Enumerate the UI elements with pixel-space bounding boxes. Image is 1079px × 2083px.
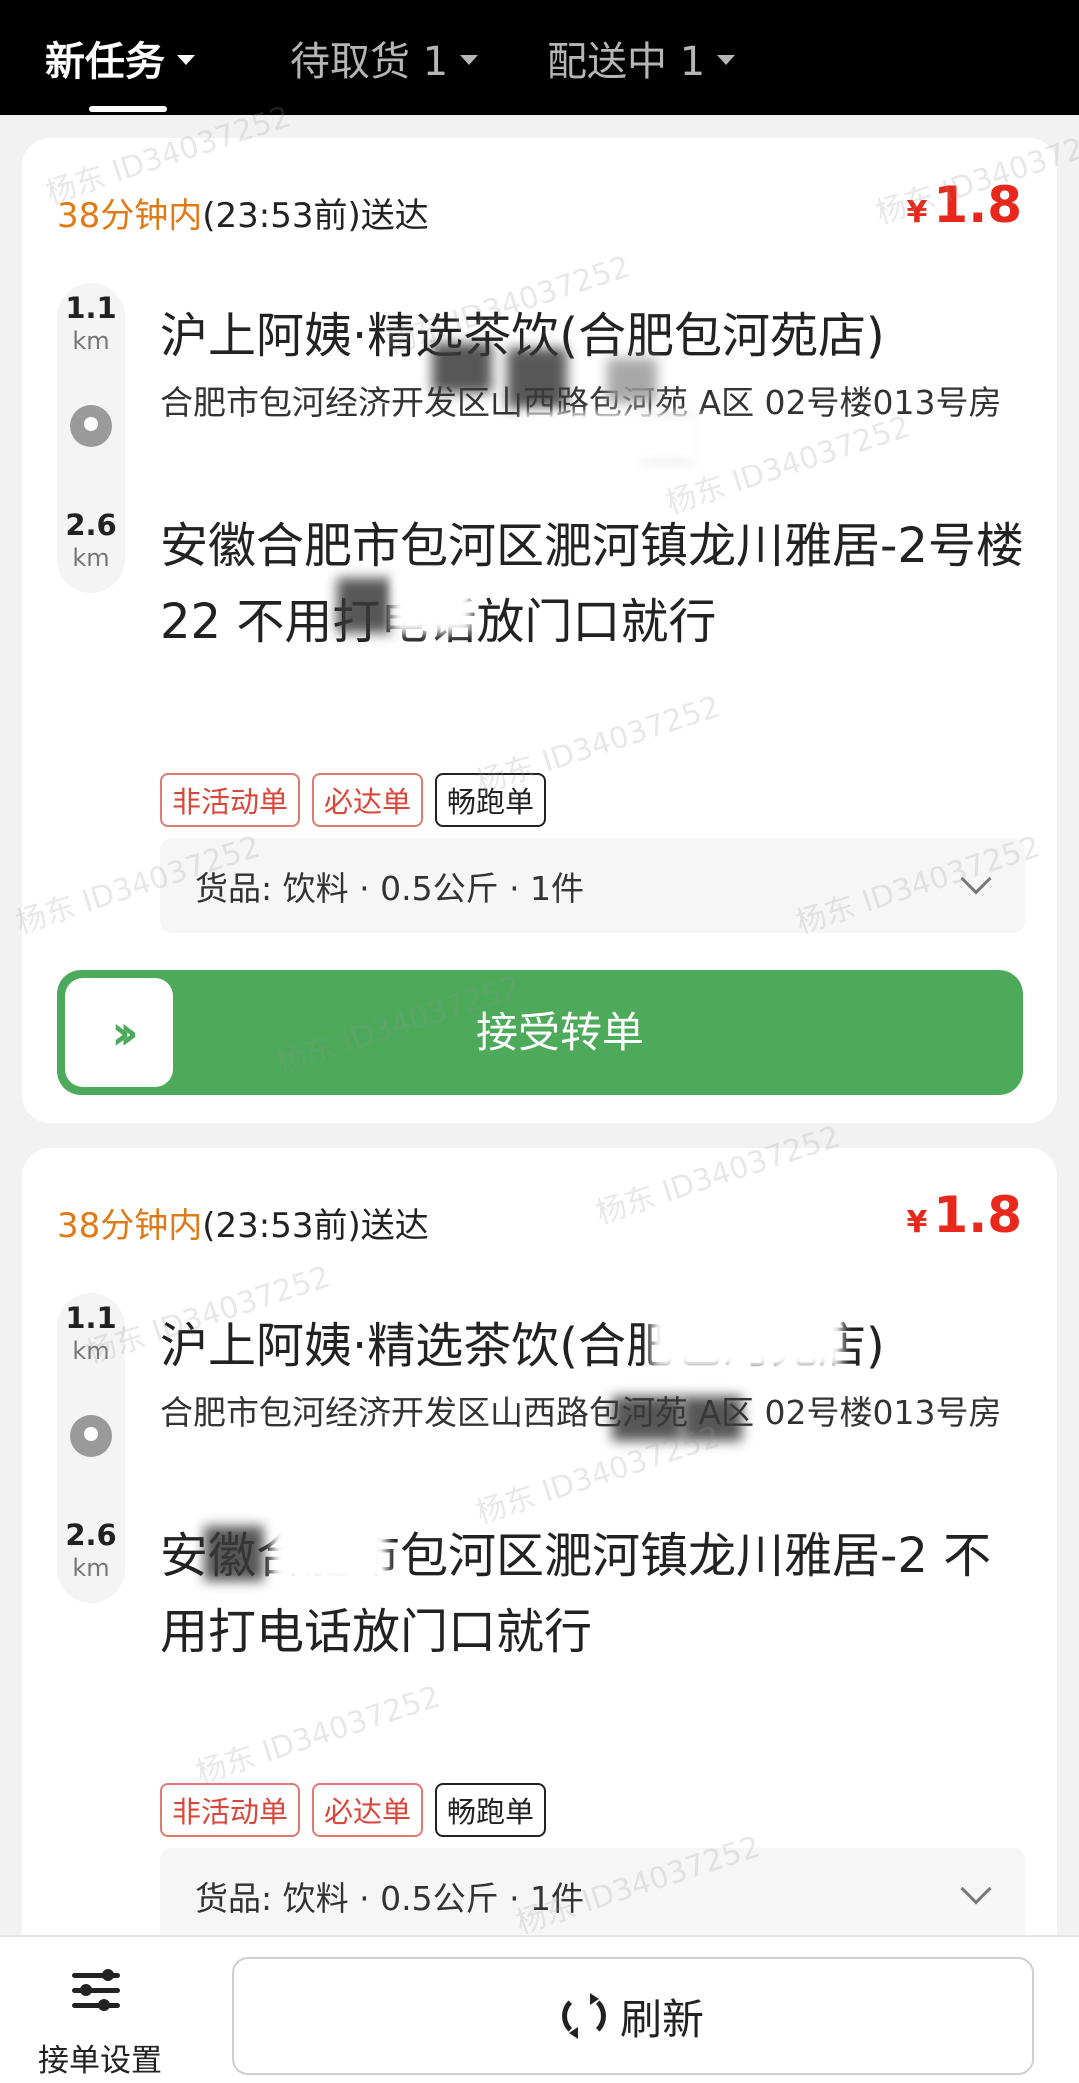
top-tab-bar: 新任务 待取货 1 配送中 1: [0, 0, 1079, 115]
price-amount: 1.8: [933, 176, 1022, 234]
tab-delivering[interactable]: 配送中 1: [547, 0, 736, 115]
delivery-deadline: 38分钟内(23:53前)送达: [57, 188, 429, 237]
order-tags: 非活动单 必达单 畅跑单: [160, 1783, 547, 1837]
caret-down-icon: [717, 54, 736, 65]
slider-handle[interactable]: ››: [65, 978, 173, 1087]
deadline-minutes: 38分钟内: [57, 1206, 203, 1246]
redaction-blur: [607, 358, 657, 403]
store-address: 合肥市包河经济开发区山西路包河苑 A区 02号楼013号房: [160, 1393, 1002, 1432]
tab-delivering-label: 配送中 1: [547, 38, 706, 85]
tab-new-tasks-label: 新任务: [45, 38, 165, 85]
redaction-blur: [652, 1298, 842, 1368]
goods-row[interactable]: 货品: 饮料 · 0.5公斤 · 1件: [160, 1848, 1025, 1943]
redaction-blur: [612, 1396, 682, 1441]
chevron-down-icon: [960, 863, 992, 895]
deadline-time: (23:53前)送达: [202, 1206, 429, 1246]
goods-detail: 饮料 · 0.5公斤 · 1件: [282, 869, 585, 908]
redaction-blur: [507, 348, 567, 408]
goods-row[interactable]: 货品: 饮料 · 0.5公斤 · 1件: [160, 838, 1025, 933]
delivery-distance: 2.6: [65, 1518, 117, 1552]
redaction-blur: [204, 1526, 264, 1581]
goods-info: 货品: 饮料 · 0.5公斤 · 1件: [195, 1872, 584, 1920]
location-pin-icon: [70, 405, 112, 447]
redaction-blur: [272, 1518, 387, 1583]
caret-down-icon: [460, 54, 479, 65]
redaction-blur: [522, 413, 702, 463]
order-price: ¥1.8: [907, 176, 1022, 234]
accept-transfer-label: 接受转单: [475, 1008, 644, 1057]
delivery-deadline: 38分钟内(23:53前)送达: [57, 1198, 429, 1247]
order-tags: 非活动单 必达单 畅跑单: [160, 773, 547, 827]
tab-new-tasks[interactable]: 新任务: [45, 0, 195, 115]
tag-smooth-run: 畅跑单: [435, 1783, 547, 1837]
tag-non-activity: 非活动单: [160, 773, 301, 827]
redaction-blur: [682, 1396, 742, 1441]
caret-down-icon: [177, 54, 195, 65]
order-card[interactable]: 38分钟内(23:53前)送达 ¥1.8 1.1 km 2.6 km 沪上阿姨·…: [22, 138, 1057, 1123]
tag-guaranteed: 必达单: [312, 1783, 424, 1837]
redaction-blur: [337, 578, 392, 633]
location-pin-icon: [70, 1415, 112, 1457]
deadline-time: (23:53前)送达: [202, 196, 429, 236]
redaction-blur: [432, 343, 492, 393]
tag-guaranteed: 必达单: [312, 773, 424, 827]
order-price: ¥1.8: [907, 1186, 1022, 1244]
price-amount: 1.8: [933, 1186, 1022, 1244]
order-settings-button[interactable]: 接单设置: [20, 1957, 170, 2079]
order-settings-label: 接单设置: [38, 2043, 162, 2079]
destination-address: 安徽合肥市包河区淝河镇龙川雅居-2号楼22 不用打电话放门口就行: [160, 518, 1024, 650]
pickup-distance-unit: km: [72, 327, 110, 355]
delivery-distance-unit: km: [72, 544, 110, 572]
goods-detail: 饮料 · 0.5公斤 · 1件: [282, 1879, 585, 1918]
tag-non-activity: 非活动单: [160, 1783, 301, 1837]
active-tab-indicator: [89, 106, 167, 112]
pickup-distance-unit: km: [72, 1337, 110, 1365]
distance-rail: 1.1 km 2.6 km: [57, 283, 125, 593]
sliders-icon: [72, 1969, 120, 2013]
currency-symbol: ¥: [906, 195, 928, 230]
deadline-minutes: 38分钟内: [57, 196, 203, 236]
accept-transfer-slider[interactable]: 接受转单 ››: [57, 970, 1023, 1095]
bottom-bar: 接单设置 刷新: [0, 1935, 1079, 2083]
pickup-distance: 1.1: [65, 291, 117, 325]
tag-smooth-run: 畅跑单: [435, 773, 547, 827]
delivery-distance-unit: km: [72, 1554, 110, 1582]
pickup-distance: 1.1: [65, 1301, 117, 1335]
refresh-label: 刷新: [619, 1994, 704, 2044]
distance-rail: 1.1 km 2.6 km: [57, 1293, 125, 1603]
goods-label: 货品:: [195, 869, 273, 908]
double-chevron-right-icon: ››: [111, 1004, 138, 1061]
refresh-button[interactable]: 刷新: [232, 1957, 1034, 2075]
goods-info: 货品: 饮料 · 0.5公斤 · 1件: [195, 862, 584, 910]
tab-awaiting-pickup-label: 待取货 1: [290, 38, 449, 85]
delivery-distance: 2.6: [65, 508, 117, 542]
refresh-icon: [561, 1993, 606, 2039]
tab-awaiting-pickup[interactable]: 待取货 1: [290, 0, 479, 115]
redaction-blur: [392, 573, 472, 633]
goods-label: 货品:: [195, 1879, 273, 1918]
currency-symbol: ¥: [906, 1205, 928, 1240]
chevron-down-icon: [960, 1873, 992, 1905]
